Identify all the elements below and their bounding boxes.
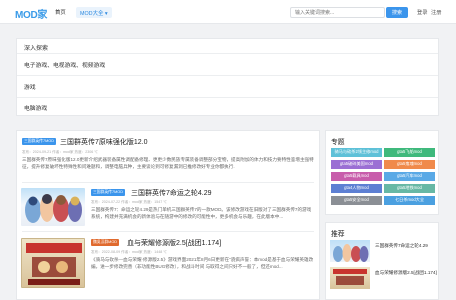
search-input[interactable] [290, 7, 385, 18]
recommend-title: 推荐 [331, 231, 345, 238]
recommend-thumbnail[interactable] [330, 267, 370, 289]
article-item[interactable]: 三国群英传7MOD 三国群英传7命运之轮4.29 发布：2024-07-22 作… [17, 183, 319, 233]
divider [22, 231, 314, 232]
topic-tag[interactable]: gta5汽车mod [384, 172, 435, 181]
nav-home-link[interactable]: 首页 [55, 8, 66, 16]
explore-panel: 深入探索 电子游戏、电视游戏、视频游戏 游戏 电脑游戏 [16, 38, 439, 116]
site-logo[interactable]: MOD家 [15, 6, 47, 21]
category-tag[interactable]: 三国群英传7MOD [22, 138, 56, 145]
article-list: 三国群英传7MOD 三国群英传7原味强化版12.0 发布：2024-09-21 … [16, 130, 320, 300]
article-summary: 《骑马与砍杀—血与荣耀·修源版2.5》游戏界面2021年8月6日更新在"骁疯声誉… [91, 257, 314, 269]
explore-item[interactable]: 电脑游戏 [24, 103, 47, 112]
article-summary: 三国群英传7原味强化版12.0更新介绍武器装备属性调配备修理、更更少数民族专属装… [22, 157, 314, 169]
article-summary: 三国群英传7：命运之轮4.29是热门单机三国群英传7的一款MOD。该修改游戏在旧… [91, 207, 312, 219]
topic-tag[interactable]: gta4人物mod [331, 184, 382, 193]
topic-tag[interactable]: gta5安全mod [331, 196, 382, 205]
search-button[interactable]: 搜索 [386, 7, 408, 18]
article-title[interactable]: 三国群英传7命运之轮4.29 [131, 188, 212, 198]
recommend-thumbnail[interactable] [330, 240, 370, 262]
login-link[interactable]: 登录 [417, 9, 427, 16]
game-poster-image [333, 269, 367, 285]
anime-characters-image [333, 244, 369, 262]
explore-item[interactable]: 游戏 [24, 82, 36, 91]
topic-tag[interactable]: gta5鬼魂mod [384, 160, 435, 169]
nav-mod-dropdown[interactable]: MOD大全 ▾ [76, 7, 112, 18]
topic-tag[interactable]: gta5载具mod [331, 172, 382, 181]
recommend-item-title[interactable]: 血与荣耀修源版2.5[战团1.174] [375, 270, 437, 276]
article-thumbnail[interactable] [21, 238, 85, 288]
divider [17, 75, 438, 76]
top-navbar: MOD家 首页 MOD大全 ▾ 搜索 登录 注册 [0, 0, 456, 24]
category-tag[interactable]: 魏吳汉群MOD [91, 239, 120, 246]
explore-item[interactable]: 电子游戏、电视游戏、视频游戏 [24, 60, 105, 69]
anime-characters-image [25, 194, 82, 223]
topics-title: 专题 [331, 139, 345, 146]
article-thumbnail[interactable] [21, 188, 85, 226]
topic-tag[interactable]: 骑马与砍杀2领主修mod [331, 148, 382, 157]
article-meta: 发布：2022-08-09 作者：mod家 热度：1448 ℃ [91, 250, 167, 254]
article-meta: 发布：2024-09-21 作者：mod家 热度：2306 ℃ [22, 150, 98, 154]
topics-panel: 专题 骑马与砍杀2领主修mod gta5飞船mod gta5破碎美国mod gta5鬼… [325, 130, 439, 215]
explore-title: 深入探索 [24, 46, 49, 52]
article-title[interactable]: 三国群英传7原味强化版12.0 [60, 137, 148, 147]
game-poster-image [26, 243, 82, 285]
divider [17, 53, 438, 54]
recommend-item[interactable]: 三国群英传7命运之轮4.29 [330, 240, 436, 262]
topic-tag[interactable]: 七日杀mod大全 [384, 196, 435, 205]
recommend-panel: 推荐 三国群英传7命运之轮4.29 血与荣耀修源版2.5[战团1.174] [325, 222, 439, 300]
article-item[interactable]: 魏吳汉群MOD 血与荣耀修源版2.5[战团1.174] 发布：2022-08-0… [17, 233, 319, 299]
article-title[interactable]: 血与荣耀修源版2.5[战团1.174] [127, 238, 221, 248]
divider [17, 97, 438, 98]
topic-tag[interactable]: gta5地铁mod [384, 184, 435, 193]
category-tag[interactable]: 三国群英传7MOD [91, 189, 125, 196]
register-link[interactable]: 注册 [431, 9, 441, 16]
article-meta: 发布：2024-07-22 作者：mod家 热度：1547 ℃ [91, 200, 167, 204]
recommend-item-title[interactable]: 三国群英传7命运之轮4.29 [375, 243, 437, 249]
recommend-item[interactable]: 血与荣耀修源版2.5[战团1.174] [330, 267, 437, 289]
topic-tag[interactable]: gta5破碎美国mod [331, 160, 382, 169]
topic-tag[interactable]: gta5飞船mod [384, 148, 435, 157]
article-item[interactable]: 三国群英传7MOD 三国群英传7原味强化版12.0 发布：2024-09-21 … [17, 131, 319, 183]
